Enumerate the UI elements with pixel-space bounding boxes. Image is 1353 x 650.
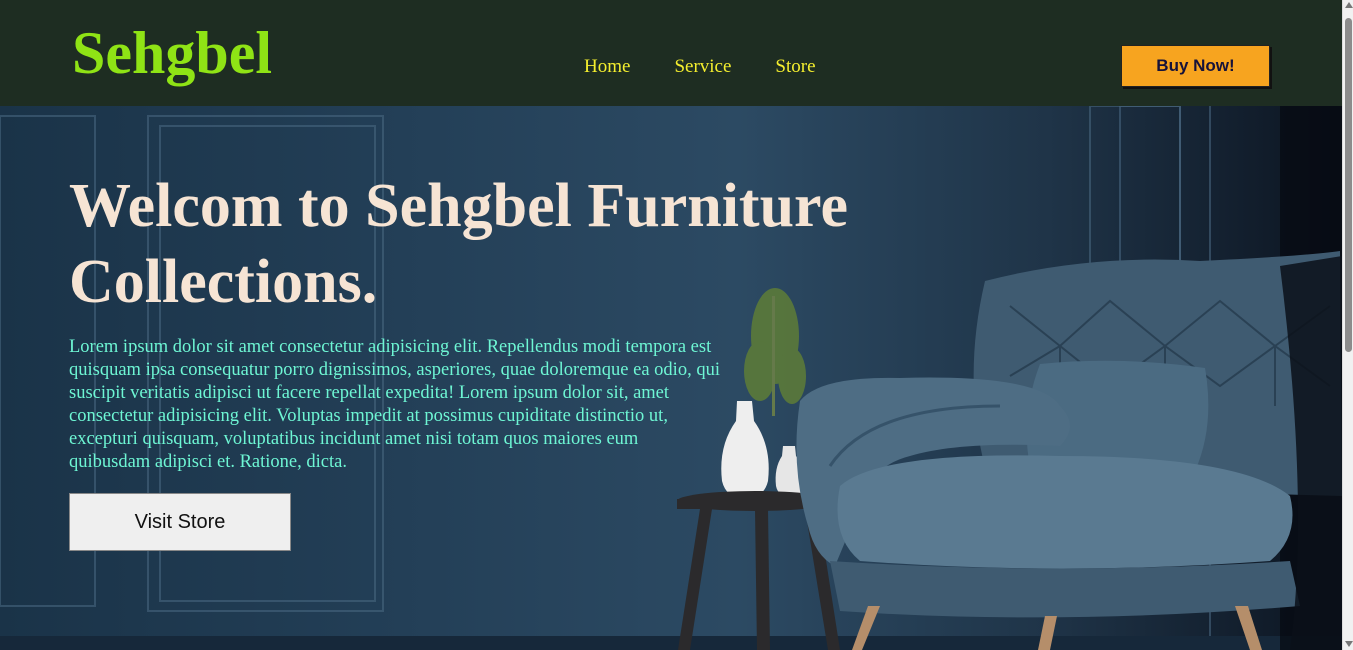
hero-section: Welcom to Sehgbel Furniture Collections.… — [0, 106, 1342, 650]
nav-link-store[interactable]: Store — [775, 55, 815, 79]
hero-title: Welcom to Sehgbel Furniture Collections. — [69, 172, 848, 316]
buy-now-button[interactable]: Buy Now! — [1121, 45, 1270, 87]
brand-logo[interactable]: Sehgbel — [72, 14, 272, 92]
vase-large — [721, 401, 769, 500]
main-menu: Home Service Store — [584, 55, 816, 79]
top-navbar: Sehgbel Home Service Store Buy Now! — [0, 0, 1342, 106]
page: Sehgbel Home Service Store Buy Now! Welc… — [0, 0, 1342, 650]
nav-link-service[interactable]: Service — [674, 55, 731, 79]
page-scrollbar[interactable] — [1342, 0, 1353, 650]
visit-store-button[interactable]: Visit Store — [69, 493, 291, 551]
scroll-up-arrow-icon[interactable] — [1345, 2, 1353, 8]
nav-link-home[interactable]: Home — [584, 55, 630, 79]
scrollbar-thumb[interactable] — [1345, 18, 1352, 352]
hero-description: Lorem ipsum dolor sit amet consectetur a… — [69, 337, 720, 472]
scroll-down-arrow-icon[interactable] — [1345, 641, 1353, 647]
